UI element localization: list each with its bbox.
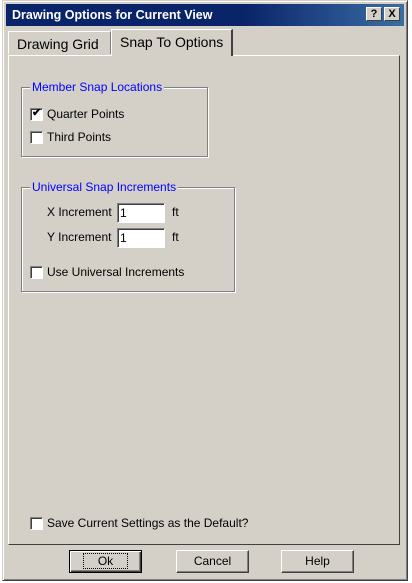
help-button[interactable]: Help [281, 550, 354, 573]
dialog-title: Drawing Options for Current View [12, 8, 213, 22]
ok-label: Ok [82, 553, 129, 569]
third-points-label: Third Points [47, 130, 112, 144]
close-icon[interactable]: X [384, 7, 400, 21]
help-icon[interactable]: ? [366, 7, 382, 21]
y-increment-input[interactable]: 1 [117, 228, 165, 248]
member-snap-legend: Member Snap Locations [30, 80, 165, 94]
save-default-label: Save Current Settings as the Default? [47, 516, 249, 530]
tab-snap-to-options[interactable]: Snap To Options [111, 29, 233, 56]
save-default-checkbox[interactable]: Save Current Settings as the Default? [30, 516, 248, 530]
quarter-points-checkbox[interactable]: ✔ Quarter Points [30, 107, 124, 121]
title-bar[interactable]: Drawing Options for Current View ? X [6, 4, 404, 26]
member-snap-group: Member Snap Locations [21, 80, 208, 157]
checkmark-icon: ✔ [32, 106, 42, 119]
y-increment-label: Y Increment [47, 230, 112, 244]
ok-button[interactable]: Ok [69, 550, 142, 573]
x-increment-label: X Increment [47, 205, 112, 219]
universal-snap-legend: Universal Snap Increments [30, 180, 179, 194]
use-universal-increments-label: Use Universal Increments [47, 265, 185, 279]
checkbox-box[interactable] [30, 265, 43, 279]
third-points-checkbox[interactable]: Third Points [30, 130, 111, 144]
checkbox-box[interactable] [30, 130, 43, 144]
tab-drawing-grid[interactable]: Drawing Grid [8, 31, 111, 54]
quarter-points-label: Quarter Points [47, 107, 125, 121]
cancel-button[interactable]: Cancel [176, 550, 249, 573]
x-increment-input[interactable]: 1 [117, 203, 165, 223]
y-increment-unit: ft [172, 230, 179, 244]
checkbox-box[interactable] [30, 516, 43, 530]
checkbox-box[interactable]: ✔ [30, 106, 43, 121]
use-universal-increments-checkbox[interactable]: Use Universal Increments [30, 265, 184, 279]
x-increment-unit: ft [172, 205, 179, 219]
